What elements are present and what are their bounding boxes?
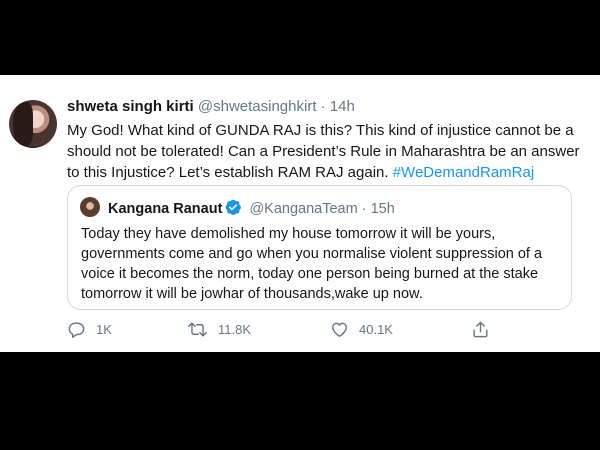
share-icon [471,320,490,339]
quoted-text-line: Today they have demolished my house tomo… [81,226,496,242]
retweet-button[interactable]: 11.8K [187,319,251,339]
quoted-timestamp: 15h [370,201,395,217]
quoted-tweet-text: Today they have demolished my house tomo… [81,224,561,304]
reply-icon [67,320,86,339]
hashtag-link[interactable]: #WeDemandRamRaj [393,164,534,181]
reply-count: 1K [96,321,112,337]
quoted-header-separator: · [361,201,367,217]
like-button[interactable]: 40.1K [330,319,393,339]
quoted-author-handle: @KanganaTeam [249,201,358,217]
author-name[interactable]: shweta singh kirti [67,98,194,115]
retweet-icon [187,320,208,339]
tweet-text-line: to this Injustice? Let’s establish RAM R… [67,162,587,183]
tweet-text-line: should not be tolerated! Can a President… [67,143,580,160]
author-handle[interactable]: @shwetasinghkirt [198,98,317,115]
share-button[interactable] [471,319,490,339]
tweet-timestamp[interactable]: 14h [330,98,355,115]
tweet-text: My God! What kind of GUNDA RAJ is this? … [67,120,587,183]
tweet-actions: 1K 11.8K 40.1K [67,319,507,339]
like-count: 40.1K [359,321,393,337]
quoted-author-name: Kangana Ranaut [108,201,223,217]
quoted-text-line: voice it becomes the norm, today one per… [81,266,539,282]
verified-badge-icon [224,198,242,221]
quoted-text-line: governments come and go when you normali… [81,246,543,262]
author-avatar[interactable] [9,100,57,148]
tweet-header: shweta singh kirti @shwetasinghkirt · 14… [67,98,355,116]
quoted-tweet-header: Kangana Ranaut @KanganaTeam · 15h [108,198,395,221]
tweet-card[interactable]: shweta singh kirti @shwetasinghkirt · 14… [0,75,600,352]
reply-button[interactable]: 1K [67,319,112,339]
quoted-author-avatar [80,197,100,217]
tweet-text-line: My God! What kind of GUNDA RAJ is this? … [67,122,574,139]
like-icon [330,320,349,339]
quoted-tweet[interactable]: Kangana Ranaut @KanganaTeam · 15h Today … [67,185,572,310]
tweet-text-line-start: to this Injustice? Let’s establish RAM R… [67,164,393,181]
header-separator: · [320,98,326,115]
retweet-count: 11.8K [218,321,252,337]
quoted-text-line: tomorrow it will be jowhar of thousands,… [81,286,423,302]
